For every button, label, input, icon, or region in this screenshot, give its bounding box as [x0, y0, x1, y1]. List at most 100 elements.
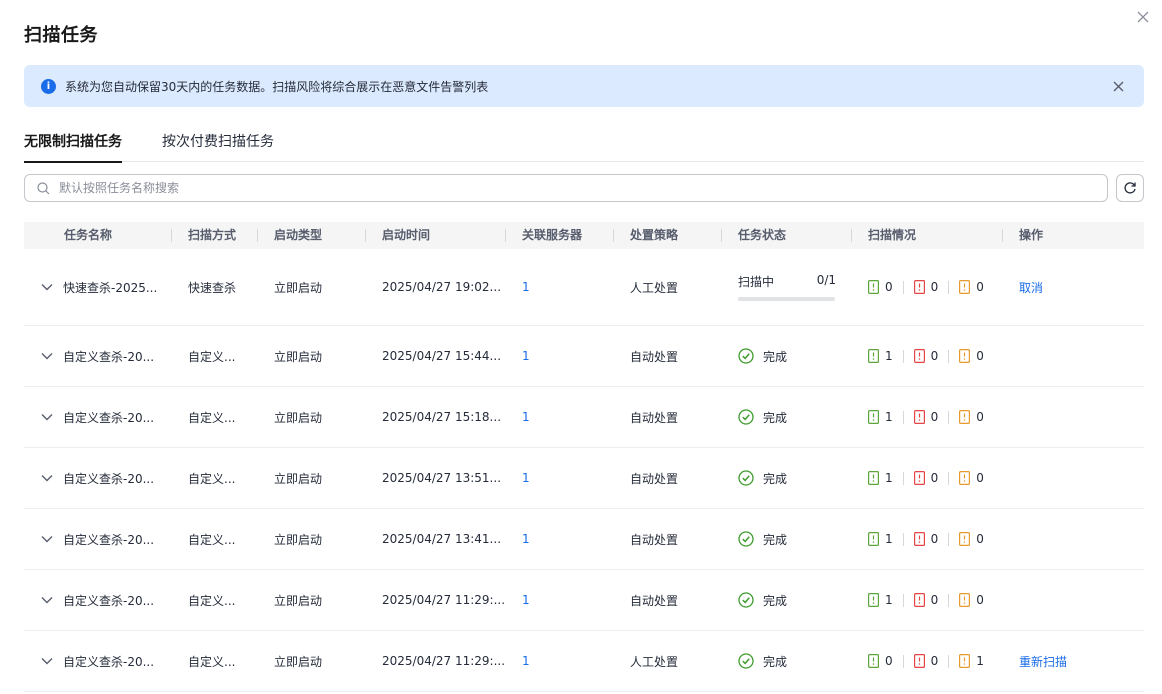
table-row: 自定义查杀-20... 自定义... 立即启动 2025/04/27 11:29:..…: [24, 631, 1144, 692]
table-row: 自定义查杀-20... 自定义... 立即启动 2025/04/27 15:18...…: [24, 387, 1144, 448]
divider: [948, 654, 950, 668]
scan-count-value: 0: [930, 280, 939, 294]
tab-pay-per-scan[interactable]: 按次付费扫描任务: [162, 126, 274, 162]
scan-count-value: 0: [976, 471, 984, 485]
servers-link[interactable]: 1: [522, 654, 530, 668]
column-header-start-time: 启动时间: [366, 222, 506, 249]
scan-count-value: 1: [976, 654, 984, 668]
chevron-down-icon: [41, 353, 53, 360]
file-icon: [868, 654, 879, 668]
divider: [948, 593, 950, 607]
file-icon: [959, 349, 971, 363]
status-done: 完成: [738, 409, 852, 426]
file-icon: [959, 280, 971, 294]
expand-row-button[interactable]: [39, 348, 55, 364]
file-icon: [868, 410, 879, 424]
servers-link[interactable]: 1: [522, 349, 530, 363]
column-header-policy: 处置策略: [614, 222, 722, 249]
file-icon: [868, 349, 879, 363]
task-name: 自定义查杀-20...: [63, 532, 155, 547]
status-text: 完成: [763, 471, 788, 486]
cell-servers: 1: [506, 593, 614, 607]
task-name: 自定义查杀-20...: [63, 654, 155, 669]
scan-counts: 0 0 1: [868, 654, 1003, 668]
status-text: 完成: [763, 410, 788, 425]
table-row: 自定义查杀-20... 自定义... 立即启动 2025/04/27 13:41...…: [24, 509, 1144, 570]
cell-servers: 1: [506, 410, 614, 424]
status-text: 扫描中: [738, 275, 775, 289]
expand-row-button[interactable]: [39, 409, 55, 425]
tab-unlimited-scan[interactable]: 无限制扫描任务: [24, 126, 122, 163]
column-header-start-type: 启动类型: [258, 222, 366, 249]
start-time: 2025/04/27 19:02...: [382, 280, 502, 294]
alert-text: 系统为您自动保留30天内的任务数据。扫描风险将综合展示在恶意文件告警列表: [65, 79, 489, 94]
scan-method: 快速查杀: [188, 280, 237, 295]
action-link[interactable]: 重新扫描: [1019, 655, 1067, 669]
servers-link[interactable]: 1: [522, 410, 530, 424]
scan-method: 自定义...: [188, 532, 236, 547]
search-input[interactable]: [59, 181, 1107, 195]
scan-method: 自定义...: [188, 410, 236, 425]
column-header-task-name: 任务名称: [24, 222, 172, 249]
chevron-down-icon: [41, 658, 53, 665]
scan-count-value: 1: [885, 471, 893, 485]
divider: [948, 410, 950, 424]
task-name: 自定义查杀-20...: [63, 471, 155, 486]
start-type: 立即启动: [274, 280, 323, 295]
expand-row-button[interactable]: [39, 592, 55, 608]
start-type: 立即启动: [274, 471, 323, 486]
divider: [948, 280, 950, 294]
servers-link[interactable]: 1: [522, 471, 530, 485]
servers-link[interactable]: 1: [522, 532, 530, 546]
policy: 自动处置: [630, 349, 679, 364]
scan-count-value: 0: [976, 280, 984, 294]
scan-count-value: 0: [930, 593, 939, 607]
column-header-scan-result: 扫描情况: [852, 222, 1003, 249]
status-done: 完成: [738, 470, 852, 487]
policy: 人工处置: [630, 654, 679, 669]
servers-link[interactable]: 1: [522, 593, 530, 607]
scan-counts: 1 0 0: [868, 532, 1003, 546]
scan-count-green: 1: [868, 593, 893, 607]
refresh-button[interactable]: [1116, 174, 1144, 202]
column-header-servers: 关联服务器: [506, 222, 614, 249]
file-icon: [868, 280, 879, 294]
scan-count-red: 0: [913, 471, 938, 485]
scan-count-value: 0: [930, 532, 939, 546]
scan-method: 自定义...: [188, 471, 236, 486]
scan-count-orange: 0: [959, 593, 984, 607]
task-name: 自定义查杀-20...: [63, 410, 155, 425]
dialog-close-button[interactable]: [1132, 6, 1154, 28]
expand-row-button[interactable]: [39, 531, 55, 547]
info-alert: i 系统为您自动保留30天内的任务数据。扫描风险将综合展示在恶意文件告警列表: [24, 65, 1144, 107]
expand-row-button[interactable]: [39, 279, 55, 295]
scan-progress: 扫描中 0/1: [738, 273, 836, 301]
expand-row-button[interactable]: [39, 470, 55, 486]
divider: [948, 349, 950, 363]
status-done: 完成: [738, 592, 852, 609]
alert-close-button[interactable]: [1109, 77, 1127, 95]
scan-count-value: 1: [885, 532, 893, 546]
cell-task-name: 自定义查杀-20...: [24, 592, 172, 609]
file-icon: [913, 280, 925, 294]
file-icon: [959, 471, 971, 485]
cell-task-name: 自定义查杀-20...: [24, 653, 172, 670]
refresh-icon: [1124, 182, 1136, 194]
task-tabs: 无限制扫描任务 按次付费扫描任务: [24, 126, 1144, 163]
start-time: 2025/04/27 15:44...: [382, 349, 502, 363]
scan-count-orange: 0: [959, 349, 984, 363]
scan-count-red: 0: [913, 593, 939, 607]
cell-scan-result: 1 0 0: [852, 410, 1003, 424]
check-circle-icon: [738, 470, 754, 486]
file-icon: [868, 532, 879, 546]
expand-row-button[interactable]: [39, 653, 55, 669]
start-type: 立即启动: [274, 593, 323, 608]
cell-status: 扫描中 0/1: [722, 273, 852, 301]
start-type: 立即启动: [274, 532, 323, 547]
action-link[interactable]: 取消: [1019, 281, 1043, 295]
servers-link[interactable]: 1: [522, 280, 530, 294]
scan-count-value: 0: [930, 349, 939, 363]
scan-count-value: 0: [930, 654, 939, 668]
cell-status: 完成: [722, 653, 852, 670]
cell-scan-result: 1 0 0: [852, 532, 1003, 546]
